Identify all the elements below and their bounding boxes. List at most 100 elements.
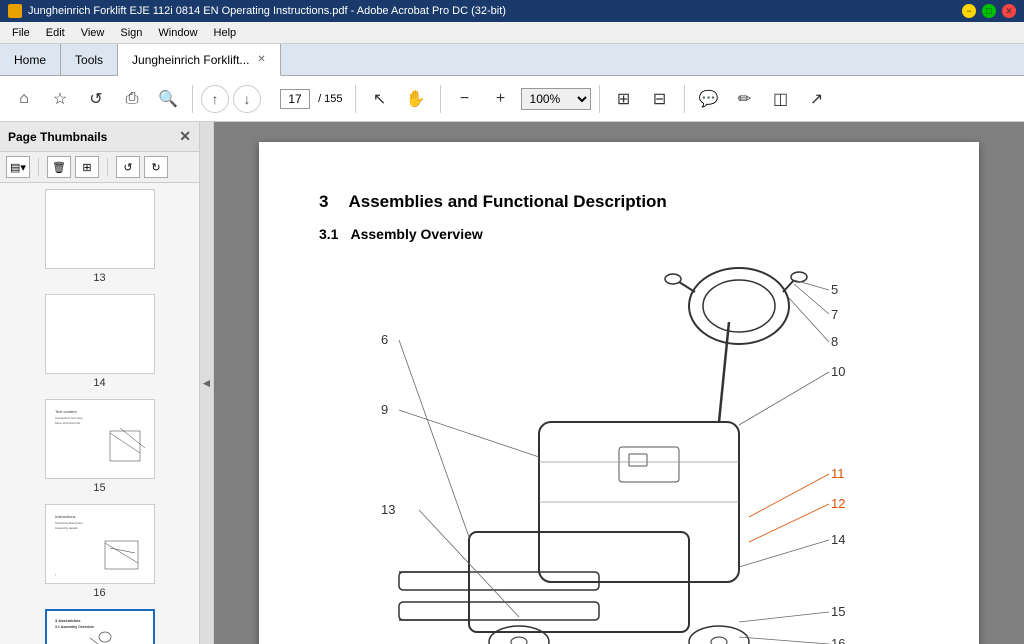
- page-number-input[interactable]: 17: [280, 89, 310, 109]
- sb-sep-1: [38, 158, 39, 176]
- window-controls: − □ ✕: [962, 4, 1016, 18]
- svg-text:More technical info: More technical info: [55, 421, 81, 425]
- thumbnail-16[interactable]: Instructions Technical description Assem…: [0, 504, 199, 599]
- svg-text:12: 12: [831, 496, 845, 511]
- section-title: Assemblies and Functional Description: [348, 192, 666, 212]
- separator-2: [355, 85, 356, 113]
- window-title: Jungheinrich Forklift EJE 112i 0814 EN O…: [28, 5, 506, 17]
- eraser-button[interactable]: ◫: [765, 83, 797, 115]
- svg-text:16: 16: [831, 636, 845, 644]
- menu-view[interactable]: View: [73, 25, 113, 41]
- svg-text:13: 13: [381, 502, 395, 517]
- zoom-select[interactable]: 50% 75% 100% 125% 150% 200%: [521, 88, 591, 110]
- svg-text:10: 10: [831, 364, 845, 379]
- cursor-tool-button[interactable]: ↖: [364, 83, 396, 115]
- fit-width-button[interactable]: ⊟: [644, 83, 676, 115]
- svg-text:8: 8: [831, 334, 838, 349]
- section-number: 3: [319, 192, 328, 212]
- sidebar-title: Page Thumbnails: [8, 130, 107, 144]
- svg-text:5: 5: [831, 282, 838, 297]
- separator-3: [440, 85, 441, 113]
- menu-window[interactable]: Window: [150, 25, 205, 41]
- thumbnail-label-13: 13: [93, 272, 105, 284]
- forklift-diagram: 5 6 7 8 9 10 11 12 13 14 15 16 17: [319, 262, 919, 644]
- toolbar: ⌂ ☆ ↺ ⎙ 🔍 ↑ ↓ 17 / 155 ↖ ✋ − + 50% 75% 1…: [0, 76, 1024, 122]
- svg-text:3.1 Assembly Overview: 3.1 Assembly Overview: [55, 625, 94, 629]
- svg-text:Assembly details: Assembly details: [55, 526, 78, 530]
- svg-text:Technical description: Technical description: [55, 521, 83, 525]
- separator-4: [599, 85, 600, 113]
- tab-document[interactable]: Jungheinrich Forklift... ✕: [118, 44, 281, 76]
- subsection-heading: 3.1 Assembly Overview: [319, 226, 919, 242]
- refresh-button[interactable]: ↺: [80, 83, 112, 115]
- menu-edit[interactable]: Edit: [38, 25, 73, 41]
- thumbnail-img-16: Instructions Technical description Assem…: [45, 504, 155, 584]
- sidebar-close-button[interactable]: ✕: [179, 128, 191, 145]
- zoom-out-button[interactable]: −: [449, 83, 481, 115]
- print-button[interactable]: ⎙: [116, 83, 148, 115]
- share-button[interactable]: ↗: [801, 83, 833, 115]
- separator-5: [684, 85, 685, 113]
- insert-page-button[interactable]: ⊞: [75, 156, 99, 178]
- svg-text:Instructions text here: Instructions text here: [55, 416, 83, 420]
- svg-text:15: 15: [831, 604, 845, 619]
- next-page-button[interactable]: ↓: [233, 85, 261, 113]
- svg-text:6: 6: [381, 332, 388, 347]
- tab-close-icon[interactable]: ✕: [257, 54, 265, 65]
- page-separator: / 155: [318, 93, 342, 105]
- maximize-button[interactable]: □: [982, 4, 996, 18]
- rotate-right-button[interactable]: ↻: [144, 156, 168, 178]
- section-heading: 3 Assemblies and Functional Description: [319, 192, 919, 212]
- tab-home[interactable]: Home: [0, 44, 61, 75]
- separator-1: [192, 85, 193, 113]
- title-bar: Jungheinrich Forklift EJE 112i 0814 EN O…: [0, 0, 1024, 22]
- menu-sign[interactable]: Sign: [112, 25, 150, 41]
- subsection-number: 3.1: [319, 226, 338, 242]
- thumbnail-label-14: 14: [93, 377, 105, 389]
- menu-file[interactable]: File: [4, 25, 38, 41]
- fit-page-button[interactable]: ⊞: [608, 83, 640, 115]
- thumbnail-img-14: [45, 294, 155, 374]
- pdf-page: 3 Assemblies and Functional Description …: [259, 142, 979, 644]
- app-icon: [8, 4, 22, 18]
- thumbnail-14[interactable]: 14: [0, 294, 199, 389]
- tab-tools[interactable]: Tools: [61, 44, 118, 75]
- minimize-button[interactable]: −: [962, 4, 976, 18]
- search-button[interactable]: 🔍: [152, 83, 184, 115]
- pen-button[interactable]: ✏: [729, 83, 761, 115]
- svg-text:Text content: Text content: [55, 409, 77, 414]
- page-label: [269, 93, 272, 105]
- thumbnail-img-15: Text content Instructions text here More…: [45, 399, 155, 479]
- main-area: Page Thumbnails ✕ ▤▾ 🗑 ⊞ ↺ ↻ 13: [0, 122, 1024, 644]
- zoom-in-button[interactable]: +: [485, 83, 517, 115]
- tab-tools-label: Tools: [75, 53, 103, 67]
- thumbnail-label-15: 15: [93, 482, 105, 494]
- rotate-left-button[interactable]: ↺: [116, 156, 140, 178]
- thumbnail-15[interactable]: Text content Instructions text here More…: [0, 399, 199, 494]
- thumbnail-img-17: 3 Assemblies 3.1 Assembly Overview: [45, 609, 155, 644]
- close-button[interactable]: ✕: [1002, 4, 1016, 18]
- svg-text:11: 11: [831, 466, 845, 481]
- thumbnail-img-13: [45, 189, 155, 269]
- subsection-title: Assembly Overview: [350, 226, 482, 242]
- menu-bar: File Edit View Sign Window Help: [0, 22, 1024, 44]
- thumbnail-label-16: 16: [93, 587, 105, 599]
- thumbnail-13[interactable]: 13: [0, 189, 199, 284]
- sidebar-header: Page Thumbnails ✕: [0, 122, 199, 152]
- delete-page-button[interactable]: 🗑: [47, 156, 71, 178]
- sidebar-collapse-handle[interactable]: ◄: [200, 122, 214, 644]
- svg-text:7: 7: [831, 307, 838, 322]
- bookmark-button[interactable]: ☆: [44, 83, 76, 115]
- prev-page-button[interactable]: ↑: [201, 85, 229, 113]
- pdf-area[interactable]: 3 Assemblies and Functional Description …: [214, 122, 1024, 644]
- thumbnail-view-dropdown[interactable]: ▤▾: [6, 156, 30, 178]
- home-button[interactable]: ⌂: [8, 83, 40, 115]
- menu-help[interactable]: Help: [206, 25, 245, 41]
- page-thumbnails[interactable]: 13 14 Text content Instructions text her: [0, 183, 199, 644]
- comment-button[interactable]: 💬: [693, 83, 725, 115]
- svg-text:14: 14: [831, 532, 845, 547]
- sidebar: Page Thumbnails ✕ ▤▾ 🗑 ⊞ ↺ ↻ 13: [0, 122, 200, 644]
- thumbnail-17[interactable]: 3 Assemblies 3.1 Assembly Overview: [0, 609, 199, 644]
- sidebar-toolbar: ▤▾ 🗑 ⊞ ↺ ↻: [0, 152, 199, 183]
- hand-tool-button[interactable]: ✋: [400, 83, 432, 115]
